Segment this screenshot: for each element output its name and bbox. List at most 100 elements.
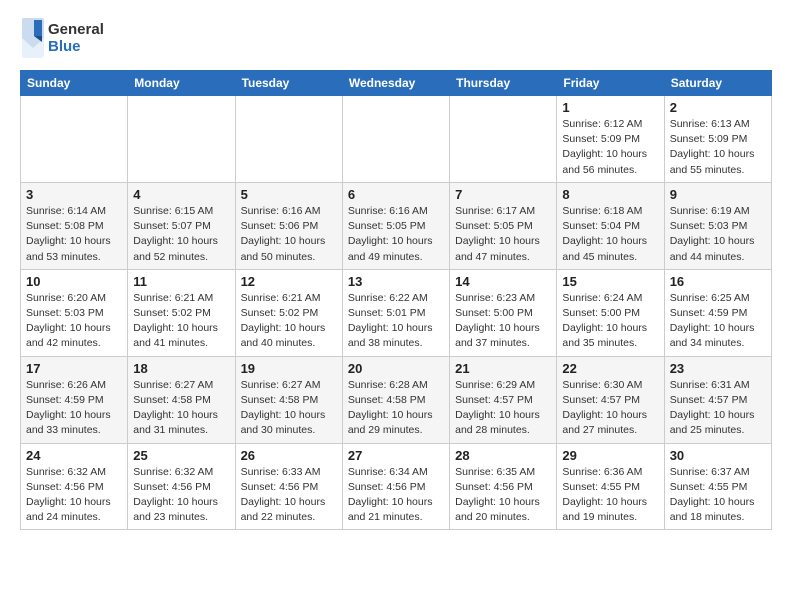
weekday-header-row: SundayMondayTuesdayWednesdayThursdayFrid… (21, 71, 772, 96)
day-number: 10 (26, 274, 122, 289)
day-info: Sunrise: 6:13 AM Sunset: 5:09 PM Dayligh… (670, 117, 766, 178)
day-number: 25 (133, 448, 229, 463)
calendar-cell: 18 Sunrise: 6:27 AM Sunset: 4:58 PM Dayli… (128, 356, 235, 443)
weekday-header-tuesday: Tuesday (235, 71, 342, 96)
day-number: 5 (241, 187, 337, 202)
weekday-header-wednesday: Wednesday (342, 71, 449, 96)
calendar-cell: 6 Sunrise: 6:16 AM Sunset: 5:05 PM Daylig… (342, 182, 449, 269)
day-number: 11 (133, 274, 229, 289)
weekday-header-friday: Friday (557, 71, 664, 96)
calendar-cell: 5Sunrise: 6:16 AM Sunset: 5:06 PM Daylig… (235, 182, 342, 269)
week-row-1: 1 Sunrise: 6:12 AM Sunset: 5:09 PM Daylig… (21, 96, 772, 183)
weekday-header-monday: Monday (128, 71, 235, 96)
day-info: Sunrise: 6:21 AM Sunset: 5:02 PM Dayligh… (241, 291, 337, 352)
week-row-3: 10 Sunrise: 6:20 AM Sunset: 5:03 PM Dayli… (21, 269, 772, 356)
calendar-cell: 16 Sunrise: 6:25 AM Sunset: 4:59 PM Dayli… (664, 269, 771, 356)
day-number: 21 (455, 361, 551, 376)
day-info: Sunrise: 6:28 AM Sunset: 4:58 PM Dayligh… (348, 378, 444, 439)
calendar-cell: 2 Sunrise: 6:13 AM Sunset: 5:09 PM Daylig… (664, 96, 771, 183)
calendar-cell: 19 Sunrise: 6:27 AM Sunset: 4:58 PM Dayli… (235, 356, 342, 443)
calendar-cell (450, 96, 557, 183)
calendar-cell: 13Sunrise: 6:22 AM Sunset: 5:01 PM Dayli… (342, 269, 449, 356)
day-info: Sunrise: 6:12 AM Sunset: 5:09 PM Dayligh… (562, 117, 658, 178)
calendar-cell: 1 Sunrise: 6:12 AM Sunset: 5:09 PM Daylig… (557, 96, 664, 183)
calendar-cell: 24 Sunrise: 6:32 AM Sunset: 4:56 PM Dayli… (21, 443, 128, 530)
calendar-cell: 3 Sunrise: 6:14 AM Sunset: 5:08 PM Daylig… (21, 182, 128, 269)
calendar-cell: 25 Sunrise: 6:32 AM Sunset: 4:56 PM Dayli… (128, 443, 235, 530)
day-number: 13 (348, 274, 444, 289)
logo: General Blue (20, 16, 110, 60)
day-info: Sunrise: 6:23 AM Sunset: 5:00 PM Dayligh… (455, 291, 551, 352)
day-number: 19 (241, 361, 337, 376)
day-info: Sunrise: 6:14 AM Sunset: 5:08 PM Dayligh… (26, 204, 122, 265)
calendar-cell: 22Sunrise: 6:30 AM Sunset: 4:57 PM Dayli… (557, 356, 664, 443)
day-number: 23 (670, 361, 766, 376)
calendar-cell: 4Sunrise: 6:15 AM Sunset: 5:07 PM Daylig… (128, 182, 235, 269)
calendar-cell: 7 Sunrise: 6:17 AM Sunset: 5:05 PM Daylig… (450, 182, 557, 269)
weekday-header-saturday: Saturday (664, 71, 771, 96)
day-info: Sunrise: 6:27 AM Sunset: 4:58 PM Dayligh… (133, 378, 229, 439)
day-number: 16 (670, 274, 766, 289)
day-info: Sunrise: 6:34 AM Sunset: 4:56 PM Dayligh… (348, 465, 444, 526)
day-number: 2 (670, 100, 766, 115)
calendar-cell: 17Sunrise: 6:26 AM Sunset: 4:59 PM Dayli… (21, 356, 128, 443)
day-number: 27 (348, 448, 444, 463)
day-number: 26 (241, 448, 337, 463)
day-number: 9 (670, 187, 766, 202)
day-info: Sunrise: 6:20 AM Sunset: 5:03 PM Dayligh… (26, 291, 122, 352)
day-number: 30 (670, 448, 766, 463)
day-number: 22 (562, 361, 658, 376)
day-number: 14 (455, 274, 551, 289)
day-number: 8 (562, 187, 658, 202)
logo-svg: General Blue (20, 16, 110, 60)
week-row-2: 3 Sunrise: 6:14 AM Sunset: 5:08 PM Daylig… (21, 182, 772, 269)
day-info: Sunrise: 6:16 AM Sunset: 5:05 PM Dayligh… (348, 204, 444, 265)
day-info: Sunrise: 6:27 AM Sunset: 4:58 PM Dayligh… (241, 378, 337, 439)
day-number: 28 (455, 448, 551, 463)
calendar-cell (342, 96, 449, 183)
day-info: Sunrise: 6:17 AM Sunset: 5:05 PM Dayligh… (455, 204, 551, 265)
day-info: Sunrise: 6:35 AM Sunset: 4:56 PM Dayligh… (455, 465, 551, 526)
day-info: Sunrise: 6:31 AM Sunset: 4:57 PM Dayligh… (670, 378, 766, 439)
day-info: Sunrise: 6:18 AM Sunset: 5:04 PM Dayligh… (562, 204, 658, 265)
calendar-cell: 27 Sunrise: 6:34 AM Sunset: 4:56 PM Dayli… (342, 443, 449, 530)
weekday-header-thursday: Thursday (450, 71, 557, 96)
day-number: 15 (562, 274, 658, 289)
day-info: Sunrise: 6:25 AM Sunset: 4:59 PM Dayligh… (670, 291, 766, 352)
calendar-cell: 30 Sunrise: 6:37 AM Sunset: 4:55 PM Dayli… (664, 443, 771, 530)
day-info: Sunrise: 6:36 AM Sunset: 4:55 PM Dayligh… (562, 465, 658, 526)
day-info: Sunrise: 6:32 AM Sunset: 4:56 PM Dayligh… (26, 465, 122, 526)
day-number: 7 (455, 187, 551, 202)
calendar-cell: 10 Sunrise: 6:20 AM Sunset: 5:03 PM Dayli… (21, 269, 128, 356)
day-number: 1 (562, 100, 658, 115)
calendar-cell: 28 Sunrise: 6:35 AM Sunset: 4:56 PM Dayli… (450, 443, 557, 530)
calendar-cell: 9 Sunrise: 6:19 AM Sunset: 5:03 PM Daylig… (664, 182, 771, 269)
calendar-cell: 12 Sunrise: 6:21 AM Sunset: 5:02 PM Dayli… (235, 269, 342, 356)
day-info: Sunrise: 6:33 AM Sunset: 4:56 PM Dayligh… (241, 465, 337, 526)
calendar-cell (21, 96, 128, 183)
calendar-cell: 20 Sunrise: 6:28 AM Sunset: 4:58 PM Dayli… (342, 356, 449, 443)
calendar-cell (235, 96, 342, 183)
day-number: 3 (26, 187, 122, 202)
day-info: Sunrise: 6:15 AM Sunset: 5:07 PM Dayligh… (133, 204, 229, 265)
day-number: 20 (348, 361, 444, 376)
calendar-cell: 11Sunrise: 6:21 AM Sunset: 5:02 PM Dayli… (128, 269, 235, 356)
calendar-cell: 26 Sunrise: 6:33 AM Sunset: 4:56 PM Dayli… (235, 443, 342, 530)
calendar-cell: 8 Sunrise: 6:18 AM Sunset: 5:04 PM Daylig… (557, 182, 664, 269)
day-info: Sunrise: 6:37 AM Sunset: 4:55 PM Dayligh… (670, 465, 766, 526)
calendar-cell: 21Sunrise: 6:29 AM Sunset: 4:57 PM Dayli… (450, 356, 557, 443)
day-number: 18 (133, 361, 229, 376)
day-number: 6 (348, 187, 444, 202)
calendar: SundayMondayTuesdayWednesdayThursdayFrid… (20, 70, 772, 530)
day-number: 12 (241, 274, 337, 289)
day-number: 29 (562, 448, 658, 463)
week-row-4: 17Sunrise: 6:26 AM Sunset: 4:59 PM Dayli… (21, 356, 772, 443)
calendar-cell (128, 96, 235, 183)
week-row-5: 24 Sunrise: 6:32 AM Sunset: 4:56 PM Dayli… (21, 443, 772, 530)
svg-text:General: General (48, 21, 104, 38)
day-info: Sunrise: 6:24 AM Sunset: 5:00 PM Dayligh… (562, 291, 658, 352)
svg-text:Blue: Blue (48, 38, 81, 55)
day-number: 24 (26, 448, 122, 463)
day-info: Sunrise: 6:32 AM Sunset: 4:56 PM Dayligh… (133, 465, 229, 526)
day-info: Sunrise: 6:19 AM Sunset: 5:03 PM Dayligh… (670, 204, 766, 265)
